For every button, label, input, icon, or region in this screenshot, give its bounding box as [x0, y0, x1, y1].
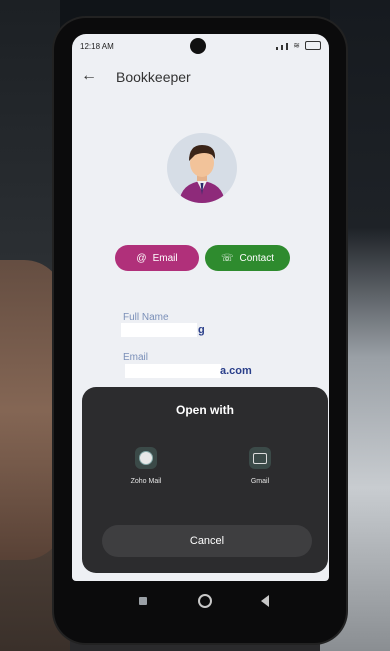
signal-icon [276, 47, 279, 50]
signal-icon [281, 45, 284, 50]
back-arrow-icon[interactable]: ← [81, 67, 97, 85]
zoho-mail-icon [135, 447, 157, 469]
at-icon: @ [136, 252, 147, 264]
full-name-label: Full Name [123, 312, 169, 323]
phone-screen: 12:18 AM ≋ ← Bookkeeper @ Email ☏ Contac… [72, 34, 329, 581]
signal-icon [286, 43, 289, 50]
status-bar: 12:18 AM ≋ [72, 34, 329, 58]
open-with-sheet: Open with Zoho Mail Gmail Cancel [82, 387, 328, 573]
redaction-mask [121, 323, 197, 337]
front-camera [190, 38, 206, 54]
page-title: Bookkeeper [116, 69, 191, 85]
gmail-icon [249, 447, 271, 469]
app-option-zoho-mail[interactable]: Zoho Mail [106, 447, 186, 485]
system-navigation-bar [72, 584, 329, 618]
app-option-label: Gmail [250, 478, 270, 485]
sheet-title: Open with [176, 403, 234, 417]
email-button[interactable]: @ Email [115, 245, 199, 271]
email-button-label: Email [152, 252, 178, 264]
recent-apps-icon[interactable] [139, 597, 147, 605]
avatar [167, 133, 237, 203]
battery-icon [305, 41, 321, 50]
wifi-icon: ≋ [293, 41, 300, 50]
redaction-mask [125, 364, 221, 378]
cancel-button[interactable]: Cancel [102, 525, 312, 557]
status-time: 12:18 AM [80, 42, 114, 51]
app-option-gmail[interactable]: Gmail [220, 447, 300, 485]
app-option-label: Zoho Mail [130, 478, 162, 485]
full-name-value: g [198, 324, 205, 336]
home-icon[interactable] [198, 594, 212, 608]
contact-button-label: Contact [239, 252, 274, 264]
app-bar: ← Bookkeeper [72, 62, 329, 96]
avatar-illustration [179, 145, 225, 203]
contact-button[interactable]: ☏ Contact [205, 245, 290, 271]
email-label: Email [123, 352, 149, 363]
back-nav-icon[interactable] [261, 595, 269, 607]
email-value: a.com [220, 365, 252, 377]
phone-icon: ☏ [221, 252, 234, 264]
status-icons: ≋ [276, 41, 321, 50]
